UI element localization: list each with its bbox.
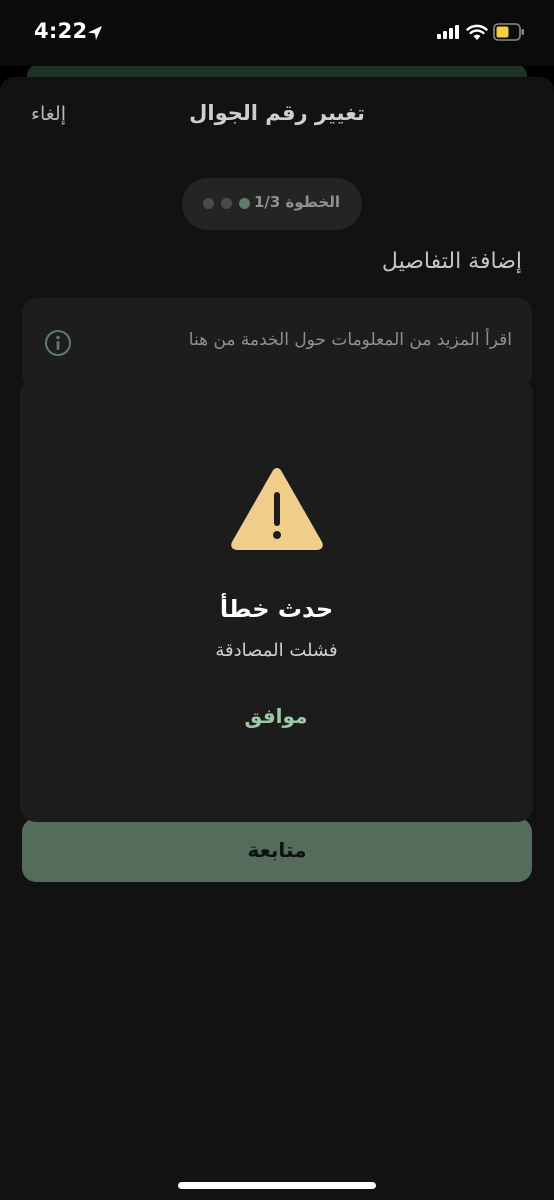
- signal-icon: [437, 25, 459, 39]
- step-dot-active: [239, 198, 250, 209]
- sheet-title: تغيير رقم الجوال: [189, 101, 365, 125]
- info-text: اقرأ المزيد من المعلومات حول الخدمة من ه…: [188, 330, 512, 350]
- continue-button-label: متابعة: [247, 838, 307, 862]
- step-label: الخطوة 1/3: [253, 193, 340, 211]
- info-card[interactable]: اقرأ المزيد من المعلومات حول الخدمة من ه…: [22, 298, 532, 388]
- home-indicator[interactable]: [178, 1182, 376, 1189]
- info-icon: [45, 330, 71, 356]
- warning-icon: [231, 468, 323, 550]
- status-bar: 4:22: [0, 0, 554, 66]
- error-alert-dialog: حدث خطأ فشلت المصادقة موافق: [20, 378, 533, 822]
- alert-message: فشلت المصادقة: [215, 640, 338, 661]
- battery-icon: [493, 23, 524, 41]
- step-indicator: الخطوة 1/3: [182, 178, 362, 230]
- step-dot: [203, 198, 214, 209]
- status-time: 4:22: [34, 19, 88, 43]
- alert-title: حدث خطأ: [219, 595, 334, 623]
- step-dot: [221, 198, 232, 209]
- wifi-icon: [466, 24, 488, 40]
- ok-button[interactable]: موافق: [201, 696, 351, 736]
- location-arrow-icon: [88, 26, 102, 40]
- section-title: إضافة التفاصيل: [381, 249, 522, 274]
- continue-button[interactable]: متابعة: [22, 818, 532, 882]
